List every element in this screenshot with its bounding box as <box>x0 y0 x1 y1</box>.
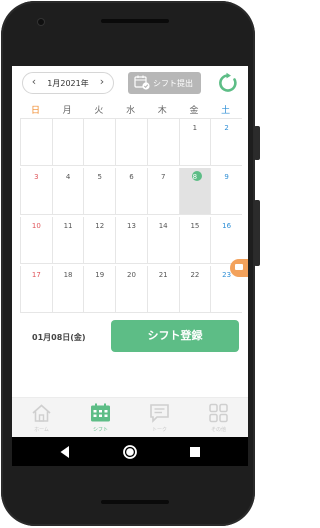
chat-icon <box>150 404 169 423</box>
tab-talk[interactable]: トーク <box>130 398 189 437</box>
app-header: ‹ 1月2021年 › シフト提出 <box>12 66 248 100</box>
calendar-day-number: 7 <box>160 173 166 181</box>
calendar-day-number: 4 <box>65 173 71 181</box>
calendar-day-number: 13 <box>127 222 136 230</box>
month-label: 1月2021年 <box>47 79 89 88</box>
system-nav-bar <box>12 437 248 466</box>
calendar-day-number: 18 <box>63 271 73 279</box>
front-camera <box>38 19 44 25</box>
shift-register-button[interactable]: シフト登録 <box>111 320 239 352</box>
calendar-day-number: 14 <box>158 222 168 230</box>
calendar-day-cell[interactable]: 14 <box>146 217 179 264</box>
phone-frame: ‹ 1月2021年 › シフト提出 日 月 火 水 木 金 土 1 2 3 4 … <box>0 0 260 528</box>
weekday-fri: 金 <box>189 106 199 116</box>
bottom-speaker <box>101 500 169 504</box>
weekday-mon: 月 <box>62 106 72 116</box>
calendar-icon <box>91 403 110 422</box>
tab-other[interactable]: その他 <box>189 398 248 437</box>
calendar-day-cell[interactable]: 2 <box>210 119 242 166</box>
home-circle-icon[interactable] <box>122 444 138 460</box>
calendar-day-cell[interactable]: 15 <box>178 217 211 264</box>
calendar-day-number: 8 <box>192 173 198 181</box>
calendar-day-number: 9 <box>224 173 229 181</box>
shift-submit-label: シフト提出 <box>153 79 193 88</box>
calendar-day-cell[interactable]: 10 <box>20 217 52 264</box>
calendar-day-cell[interactable]: 7 <box>146 168 179 215</box>
weekday-sun: 日 <box>30 106 40 116</box>
selected-date-label: 01月08日(金) <box>32 333 86 342</box>
floating-notification-badge[interactable] <box>230 259 248 277</box>
calendar-day-cell[interactable]: 4 <box>51 168 84 215</box>
calendar-day-cell[interactable]: 12 <box>83 217 116 264</box>
calendar-day-cell[interactable]: 11 <box>51 217 84 264</box>
calendar-empty-cell <box>83 119 116 166</box>
weekday-wed: 水 <box>126 106 136 116</box>
calendar-day-number: 21 <box>158 271 168 279</box>
earpiece-speaker <box>101 19 169 23</box>
back-icon[interactable] <box>57 444 73 460</box>
calendar-grid: 1 2 3 4 5 6 7 8 9 10 11 12 13 14 15 16 17 18 19 20 21 22 23 <box>20 118 242 316</box>
calendar-day-cell[interactable]: 21 <box>146 266 179 313</box>
calendar-day-number: 22 <box>190 271 200 279</box>
calendar-day-number: 11 <box>63 222 73 230</box>
tab-shift[interactable]: シフト <box>71 398 130 437</box>
calendar-empty-cell <box>115 119 147 166</box>
tab-talk-label: トーク <box>151 427 167 433</box>
weekday-sat: 土 <box>221 106 231 116</box>
calendar-day-cell[interactable]: 1 <box>178 119 211 166</box>
bottom-tab-bar: ホーム シフト トーク その他 <box>12 397 248 437</box>
calendar-day-number: 10 <box>31 222 41 230</box>
calendar-day-cell[interactable]: 22 <box>178 266 211 313</box>
app-screen: ‹ 1月2021年 › シフト提出 日 月 火 水 木 金 土 1 2 3 4 … <box>12 66 248 437</box>
calendar-day-number: 3 <box>34 173 39 181</box>
volume-button <box>254 200 260 266</box>
refresh-icon[interactable] <box>217 72 239 94</box>
home-icon <box>32 404 51 422</box>
calendar-day-number: 16 <box>222 222 232 230</box>
calendar-day-number: 20 <box>127 271 136 279</box>
calendar-day-number: 2 <box>224 124 229 132</box>
calendar-day-number: 17 <box>31 271 41 279</box>
weekday-tue: 火 <box>94 106 104 116</box>
tab-other-label: その他 <box>210 427 226 433</box>
prev-month-button[interactable]: ‹ <box>27 75 41 88</box>
message-icon <box>235 264 243 270</box>
month-selector: ‹ 1月2021年 › <box>22 72 114 94</box>
weekday-thu: 木 <box>157 106 167 116</box>
calendar-day-number: 6 <box>129 173 134 181</box>
calendar-empty-cell <box>146 119 179 166</box>
calendar-day-cell[interactable]: 18 <box>51 266 84 313</box>
calendar-check-icon <box>134 75 150 90</box>
calendar-day-number: 19 <box>95 271 105 279</box>
next-month-button[interactable]: › <box>95 75 109 88</box>
grid-icon <box>209 403 228 423</box>
tab-home-label: ホーム <box>34 427 49 433</box>
tab-shift-label: シフト <box>92 427 108 433</box>
calendar-empty-cell <box>51 119 84 166</box>
calendar-day-cell[interactable]: 9 <box>210 168 242 215</box>
calendar-day-cell[interactable]: 8 <box>178 168 211 215</box>
calendar-day-cell[interactable]: 20 <box>115 266 147 313</box>
power-button <box>254 126 260 160</box>
calendar-day-number: 15 <box>190 222 200 230</box>
calendar-empty-cell <box>20 119 52 166</box>
recents-icon[interactable] <box>187 444 203 460</box>
calendar-day-cell[interactable]: 13 <box>115 217 147 264</box>
tab-home[interactable]: ホーム <box>12 398 71 437</box>
calendar-day-cell[interactable]: 19 <box>83 266 116 313</box>
calendar-day-cell[interactable]: 16 <box>210 217 242 264</box>
calendar-day-cell[interactable]: 17 <box>20 266 52 313</box>
calendar-day-cell[interactable]: 3 <box>20 168 52 215</box>
calendar-day-cell[interactable]: 6 <box>115 168 147 215</box>
calendar-day-number: 5 <box>97 173 102 181</box>
calendar-day-cell[interactable]: 5 <box>83 168 116 215</box>
weekday-header: 日 月 火 水 木 金 土 <box>12 103 248 117</box>
shift-submit-button[interactable]: シフト提出 <box>128 72 201 94</box>
calendar-day-number: 12 <box>95 222 105 230</box>
calendar-day-number: 1 <box>192 124 198 132</box>
